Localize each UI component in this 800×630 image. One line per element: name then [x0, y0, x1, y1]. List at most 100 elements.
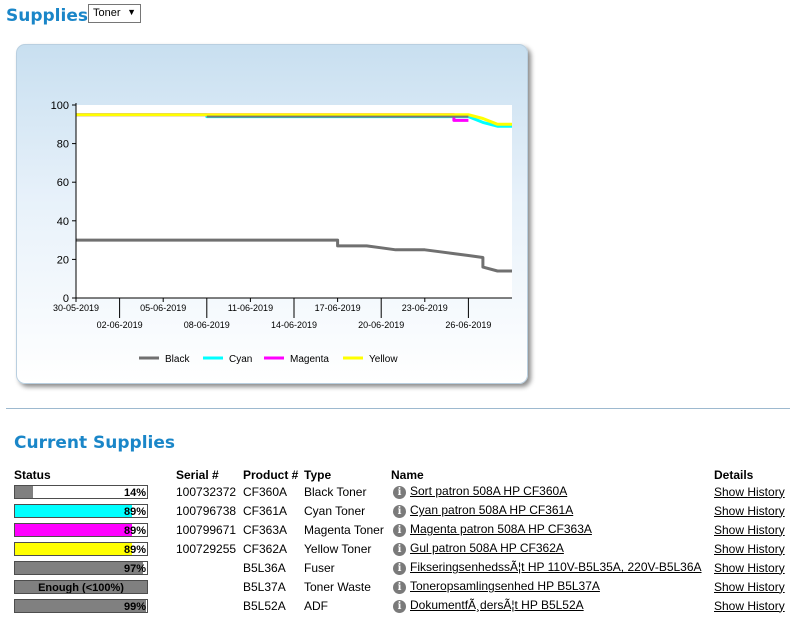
show-history-link[interactable]: Show History	[714, 523, 785, 537]
table-header-row: Status Serial # Product # Type Name Deta…	[14, 465, 785, 482]
x-tick-label: 02-06-2019	[97, 320, 143, 330]
legend-label-cyan: Cyan	[229, 354, 252, 365]
serial-cell	[176, 577, 243, 596]
info-icon[interactable]: i	[393, 561, 406, 575]
product-cell: B5L37A	[243, 579, 286, 594]
status-cell: 99%	[14, 596, 176, 615]
show-history-link[interactable]: Show History	[714, 542, 785, 556]
supply-name-link[interactable]: FikseringsenhedssÃ¦t HP 110V-B5L35A, 220…	[410, 560, 702, 574]
table-row: 99% B5L52A ADF i DokumentfÃ¸dersÃ¦t HP B5L52…	[14, 596, 785, 615]
level-text: 89%	[123, 505, 146, 518]
serial-cell: 100729255	[176, 541, 237, 556]
level-bar: 97%	[14, 560, 148, 575]
status-cell: 89%	[14, 501, 176, 520]
level-text: 97%	[123, 562, 146, 575]
name-cell: i Toneropsamlingsenhed HP B5L37A	[391, 577, 714, 596]
details-cell: Show History	[714, 520, 785, 539]
chevron-down-icon: ▼	[127, 7, 136, 17]
x-tick-label: 30-05-2019	[53, 303, 99, 313]
level-bar-fill	[15, 523, 133, 536]
level-text: Enough (<100%)	[38, 581, 124, 594]
serial-cell: 100799671	[176, 522, 237, 537]
table-row: Enough (<100%) B5L37A Toner Waste i Tonerops…	[14, 577, 785, 596]
serial-cell: 100732372	[176, 484, 237, 499]
supply-name-link[interactable]: Cyan patron 508A HP CF361A	[410, 503, 573, 517]
level-bar-fill	[15, 542, 133, 555]
x-tick-label: 20-06-2019	[358, 320, 404, 330]
y-tick-label: 60	[57, 177, 69, 189]
show-history-link[interactable]: Show History	[714, 504, 785, 518]
info-icon[interactable]: i	[393, 504, 406, 518]
supply-name-link[interactable]: Toneropsamlingsenhed HP B5L37A	[410, 579, 600, 593]
y-tick-label: 40	[57, 216, 69, 228]
header-serial: Serial #	[176, 468, 219, 482]
product-cell: B5L52A	[243, 598, 286, 613]
type-cell: ADF	[304, 598, 328, 613]
status-cell: 89%	[14, 539, 176, 558]
y-tick-label: 80	[57, 139, 69, 151]
product-cell: CF363A	[243, 522, 288, 537]
level-bar: 14%	[14, 484, 148, 499]
header-name: Name	[391, 468, 424, 482]
level-bar: 89%	[14, 503, 148, 518]
y-tick-label: 100	[51, 100, 69, 112]
level-bar: 89%	[14, 541, 148, 556]
supply-type-select[interactable]: Toner ▼	[88, 4, 141, 23]
supply-name-link[interactable]: Sort patron 508A HP CF360A	[410, 484, 567, 498]
section-divider	[6, 408, 790, 409]
header-type: Type	[304, 468, 332, 482]
table-row: 14% 100732372 CF360A Black Toner i Sort patro…	[14, 482, 785, 501]
supply-name-link[interactable]: Gul patron 508A HP CF362A	[410, 541, 564, 555]
show-history-link[interactable]: Show History	[714, 580, 785, 594]
x-tick-label: 05-06-2019	[140, 303, 186, 313]
level-bar: 89%	[14, 522, 148, 537]
supplies-title: Supplies	[6, 6, 88, 26]
details-cell: Show History	[714, 501, 785, 520]
table-row: 89% 100729255 CF362A Yellow Toner i Gul patro…	[14, 539, 785, 558]
supply-name-link[interactable]: DokumentfÃ¸dersÃ¦t HP B5L52A	[410, 598, 584, 612]
details-cell: Show History	[714, 596, 785, 615]
status-cell: 97%	[14, 558, 176, 577]
product-cell: CF360A	[243, 484, 288, 499]
info-icon[interactable]: i	[393, 485, 406, 499]
level-text: 99%	[123, 600, 146, 613]
level-text: 14%	[123, 486, 146, 499]
type-cell: Fuser	[304, 560, 335, 575]
info-icon[interactable]: i	[393, 599, 406, 613]
legend-label-yellow: Yellow	[369, 354, 398, 365]
y-tick-label: 20	[57, 254, 69, 266]
level-bar-fill	[15, 485, 34, 498]
status-cell: Enough (<100%)	[14, 577, 176, 596]
supply-name-link[interactable]: Magenta patron 508A HP CF363A	[410, 522, 592, 536]
info-icon[interactable]: i	[393, 523, 406, 537]
legend-label-black: Black	[165, 354, 190, 365]
level-bar: 99%	[14, 598, 148, 613]
show-history-link[interactable]: Show History	[714, 485, 785, 499]
x-tick-label: 26-06-2019	[445, 320, 491, 330]
header-product: Product #	[243, 468, 299, 482]
product-cell: B5L36A	[243, 560, 286, 575]
level-bar: Enough (<100%)	[14, 579, 148, 594]
name-cell: i Cyan patron 508A HP CF361A	[391, 501, 714, 520]
name-cell: i Magenta patron 508A HP CF363A	[391, 520, 714, 539]
table-row: 97% B5L36A Fuser i FikseringsenhedssÃ¦t HP 1…	[14, 558, 785, 577]
name-cell: i FikseringsenhedssÃ¦t HP 110V-B5L35A, 22…	[391, 558, 714, 577]
supply-type-select-value: Toner	[93, 7, 121, 19]
status-cell: 89%	[14, 520, 176, 539]
status-cell: 14%	[14, 482, 176, 501]
details-cell: Show History	[714, 577, 785, 596]
legend-label-magenta: Magenta	[290, 354, 329, 365]
info-icon[interactable]: i	[393, 542, 406, 556]
show-history-link[interactable]: Show History	[714, 561, 785, 575]
name-cell: i Sort patron 508A HP CF360A	[391, 482, 714, 501]
level-text: 89%	[123, 524, 146, 537]
serial-cell	[176, 558, 243, 577]
supplies-table-body: 14% 100732372 CF360A Black Toner i Sort patro…	[14, 482, 785, 615]
supplies-chart: 02040608010030-05-2019 05-06-2019 11-06-20…	[51, 100, 512, 365]
serial-cell	[176, 596, 243, 615]
type-cell: Black Toner	[304, 484, 367, 499]
details-cell: Show History	[714, 482, 785, 501]
header-details: Details	[714, 468, 754, 482]
info-icon[interactable]: i	[393, 580, 406, 594]
show-history-link[interactable]: Show History	[714, 599, 785, 613]
